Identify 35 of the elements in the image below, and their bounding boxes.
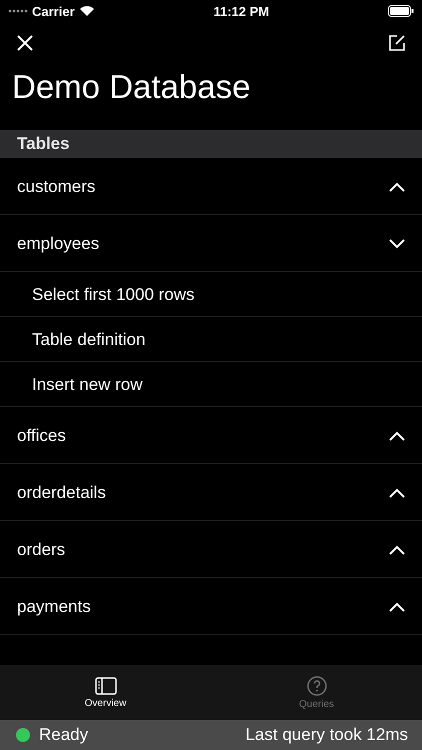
table-row[interactable]: orders bbox=[0, 521, 422, 578]
table-row[interactable]: employees bbox=[0, 215, 422, 272]
sidebar-icon bbox=[94, 676, 116, 694]
signal-icon bbox=[8, 9, 28, 13]
clock-time: 11:12 PM bbox=[213, 4, 270, 18]
table-name: orders bbox=[17, 540, 66, 560]
carrier-name: Carrier bbox=[32, 4, 75, 18]
question-icon bbox=[306, 676, 326, 696]
chevron-up-icon bbox=[389, 544, 405, 554]
status-text: Ready bbox=[39, 725, 88, 745]
table-name: orderdetails bbox=[17, 482, 106, 502]
table-row[interactable]: orderdetails bbox=[0, 464, 422, 521]
section-header: Tables bbox=[0, 130, 422, 158]
page-title: Demo Database bbox=[11, 67, 252, 107]
tab[interactable]: Queries bbox=[211, 665, 422, 720]
chevron-down-icon bbox=[389, 238, 405, 248]
chevron-up-icon bbox=[389, 602, 405, 612]
chevron-up-icon bbox=[389, 430, 405, 440]
table-row[interactable]: offices bbox=[0, 407, 422, 464]
battery-icon bbox=[388, 5, 414, 17]
table-action[interactable]: Insert new row bbox=[0, 362, 422, 407]
compose-button[interactable] bbox=[386, 32, 408, 54]
tab[interactable]: Overview bbox=[0, 665, 211, 720]
table-name: offices bbox=[17, 426, 66, 446]
table-name: customers bbox=[17, 176, 96, 196]
query-time-text: Last query took 12ms bbox=[245, 725, 408, 745]
table-row[interactable]: payments bbox=[0, 578, 422, 635]
table-action[interactable]: Select first 1000 rows bbox=[0, 272, 422, 317]
table-action[interactable]: Table definition bbox=[0, 317, 422, 362]
table-row[interactable]: customers bbox=[0, 158, 422, 215]
chevron-up-icon bbox=[389, 182, 405, 192]
table-name: payments bbox=[17, 596, 91, 616]
chevron-up-icon bbox=[389, 488, 405, 498]
table-name: employees bbox=[17, 234, 100, 254]
wifi-icon bbox=[78, 5, 95, 17]
